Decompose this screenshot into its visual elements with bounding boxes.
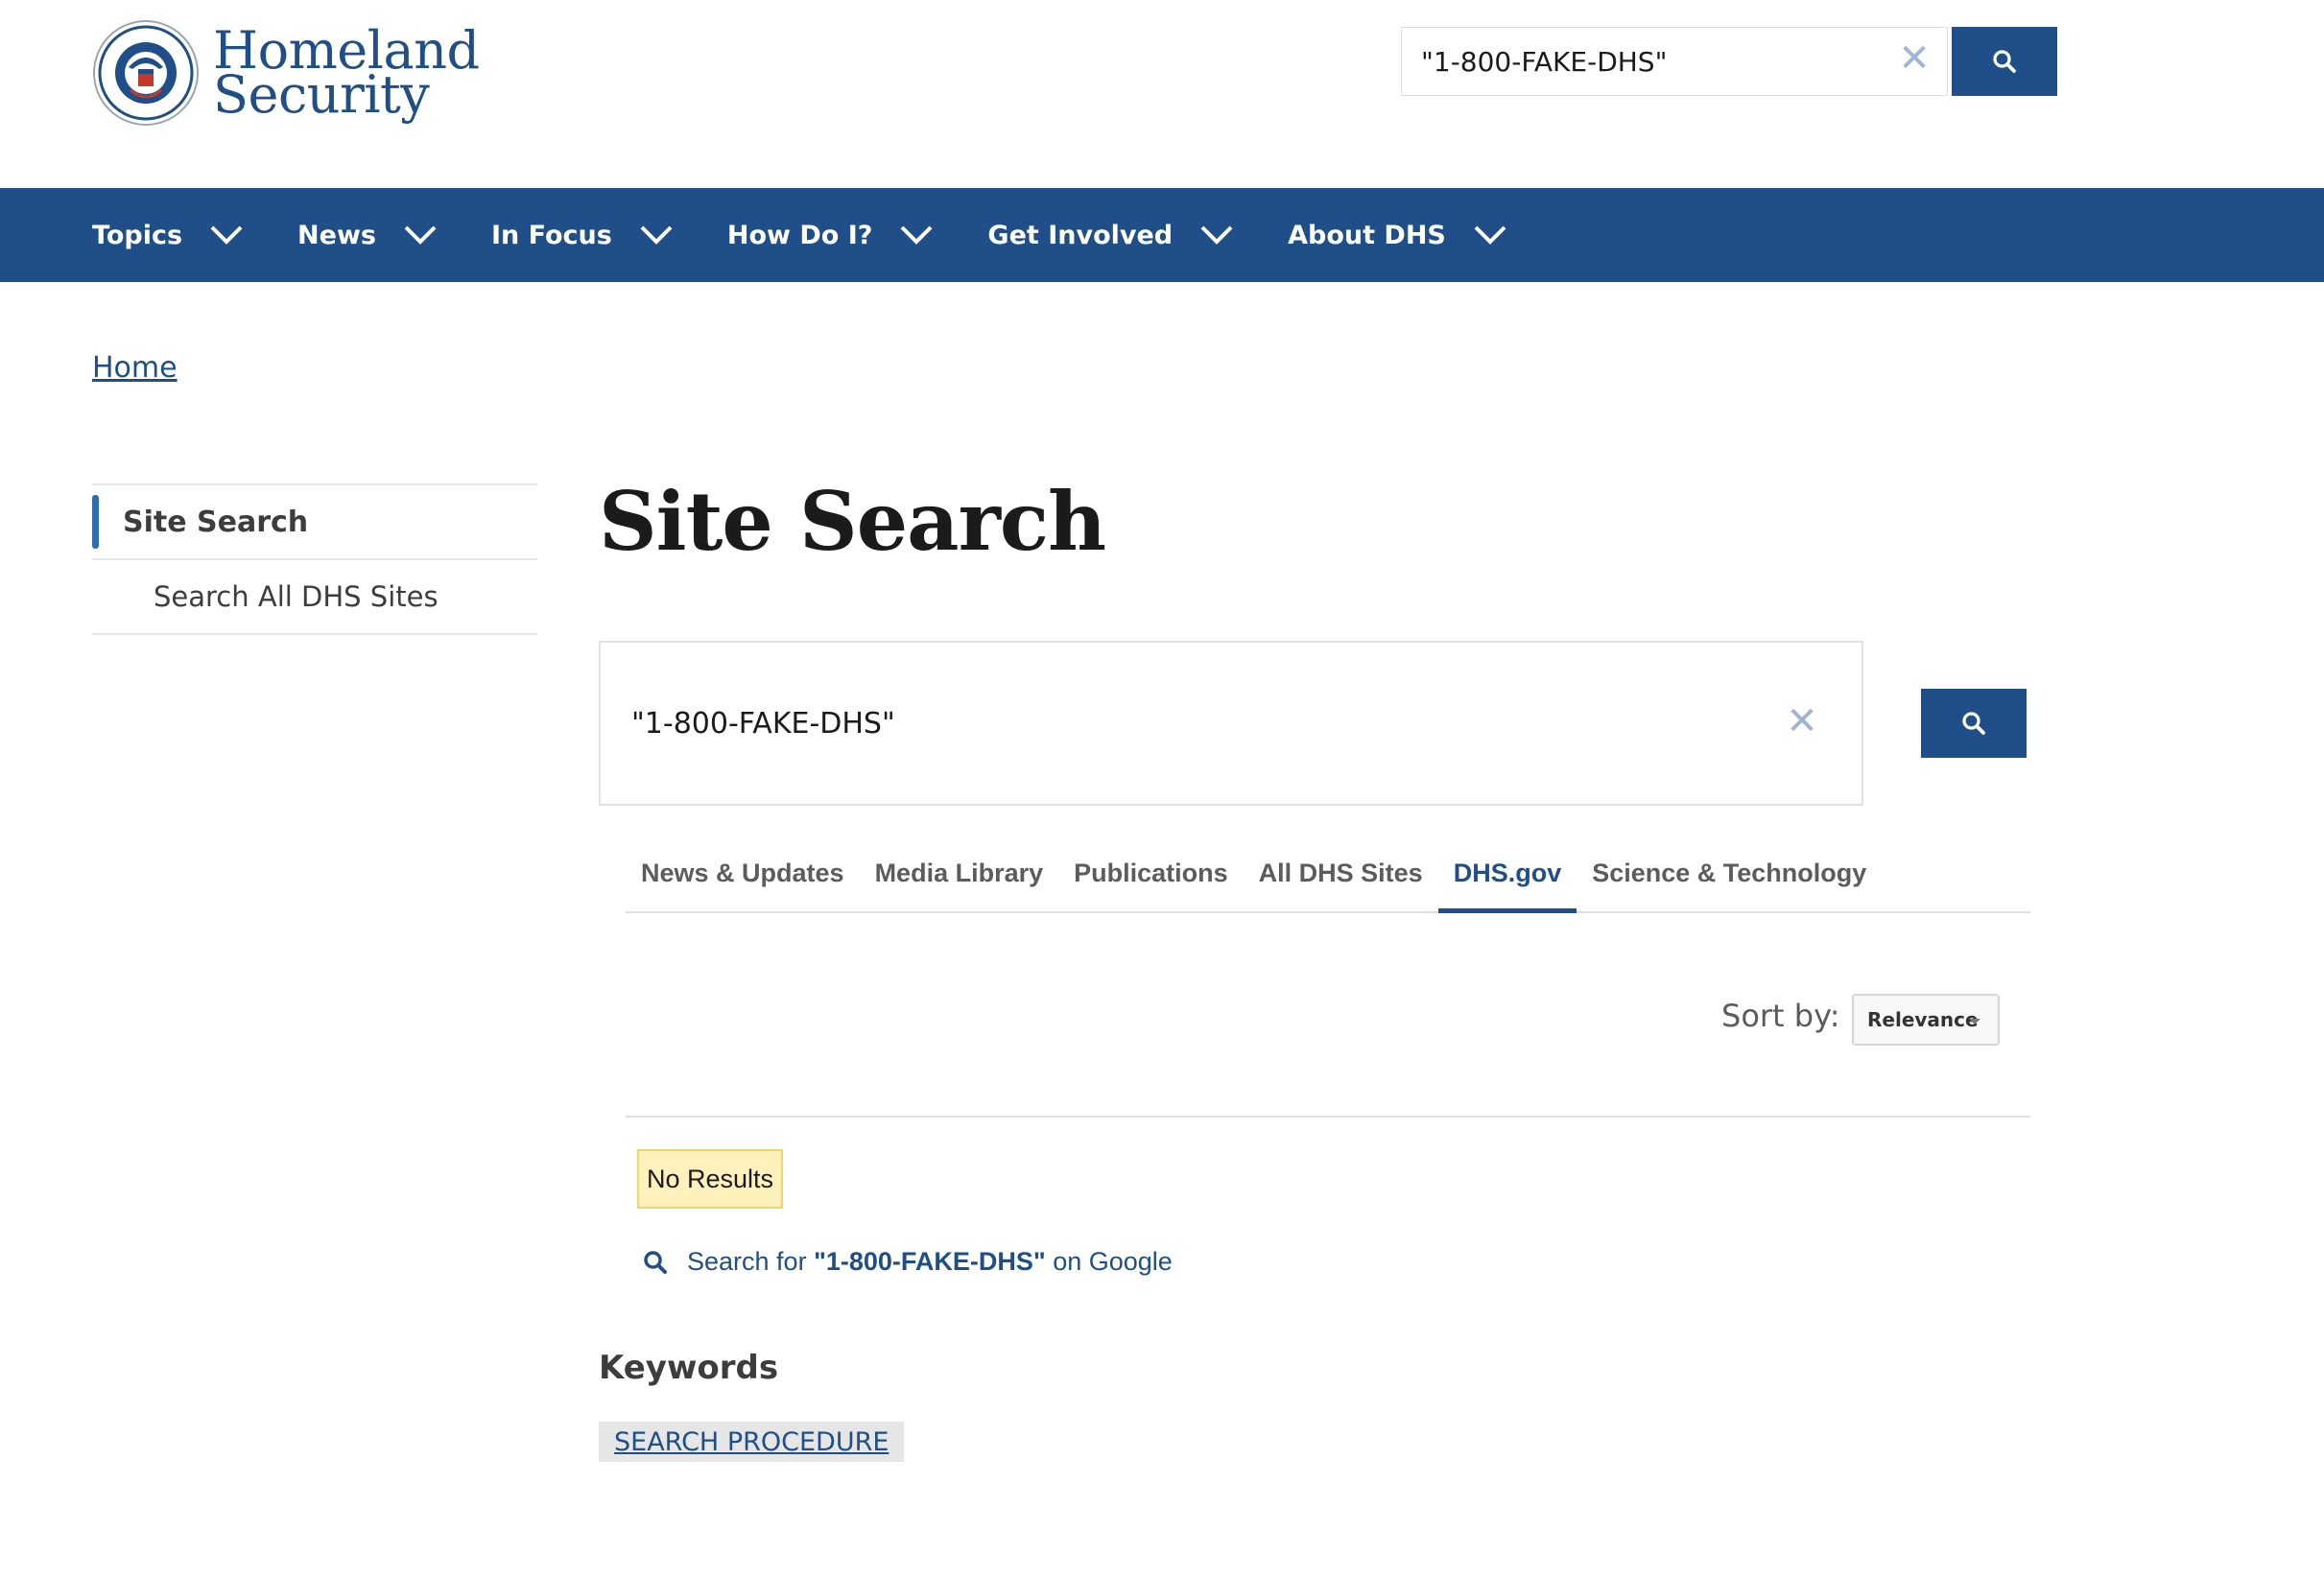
search-on-google-link[interactable]: Search for "1-800-FAKE-DHS" on Google: [641, 1247, 1173, 1277]
dhs-seal-icon: [93, 20, 199, 126]
page-title: Site Search: [599, 474, 1106, 569]
chevron-down-icon: [640, 225, 673, 245]
dhs-logo[interactable]: Homeland Security: [92, 19, 480, 127]
sidenav-item-search-all-dhs-sites[interactable]: Search All DHS Sites: [92, 560, 537, 633]
site-header: Homeland Security ✕: [0, 0, 2324, 188]
main-search-box: ✕: [599, 641, 1863, 806]
search-icon: [1993, 50, 2016, 73]
breadcrumb-home-link[interactable]: Home: [92, 351, 178, 385]
sidenav-item-site-search[interactable]: Site Search: [92, 485, 537, 558]
tab-science-technology[interactable]: Science & Technology: [1577, 848, 1882, 911]
chevron-down-icon: [1474, 225, 1506, 245]
keyword-tag-link[interactable]: SEARCH PROCEDURE: [599, 1422, 905, 1462]
sort-selected-value: Relevance: [1867, 1008, 1979, 1031]
search-scope-tabs: News & Updates Media Library Publication…: [626, 848, 2030, 913]
nav-item-topics[interactable]: Topics: [92, 188, 244, 282]
no-results-badge: No Results: [637, 1149, 783, 1209]
tab-all-dhs-sites[interactable]: All DHS Sites: [1244, 848, 1438, 911]
logo-wordmark: Homeland Security: [213, 25, 480, 121]
nav-item-label: Topics: [92, 220, 183, 250]
divider: [626, 1116, 2030, 1118]
tab-news-updates[interactable]: News & Updates: [626, 848, 860, 911]
main-navigation: Topics News In Focus How Do I? Get Invol…: [0, 188, 2324, 282]
nav-item-label: How Do I?: [726, 220, 873, 250]
divider: [92, 633, 537, 635]
main-search-input[interactable]: [601, 643, 1862, 804]
nav-item-label: In Focus: [490, 220, 612, 250]
close-icon[interactable]: ✕: [1783, 702, 1821, 741]
main-search-button[interactable]: [1921, 689, 2027, 758]
nav-item-about-dhs[interactable]: About DHS: [1288, 188, 1507, 282]
tab-dhs-gov[interactable]: DHS.gov: [1437, 848, 1577, 913]
search-icon: [644, 1250, 667, 1274]
side-navigation: Site Search Search All DHS Sites: [92, 483, 537, 635]
header-search-box: ✕: [1401, 27, 1948, 96]
nav-item-label: News: [297, 220, 376, 250]
chevron-down-icon: [1200, 225, 1233, 245]
nav-item-label: Get Involved: [987, 220, 1174, 250]
nav-item-how-do-i[interactable]: How Do I?: [727, 188, 935, 282]
search-icon: [1962, 712, 1985, 735]
tab-media-library[interactable]: Media Library: [860, 848, 1059, 911]
keywords-heading: Keywords: [599, 1349, 779, 1387]
google-link-prefix: Search for: [687, 1247, 815, 1276]
chevron-down-icon: [404, 225, 437, 245]
caret-down-icon: [1969, 1019, 1980, 1024]
google-link-suffix: on Google: [1045, 1247, 1173, 1276]
nav-item-get-involved[interactable]: Get Involved: [987, 188, 1234, 282]
google-link-query: "1-800-FAKE-DHS": [814, 1247, 1046, 1276]
header-search-input[interactable]: [1402, 28, 1947, 95]
close-icon[interactable]: ✕: [1895, 39, 1933, 78]
header-search-button[interactable]: [1952, 27, 2057, 96]
nav-item-label: About DHS: [1288, 220, 1446, 250]
chevron-down-icon: [901, 225, 933, 245]
sort-dropdown[interactable]: Relevance: [1852, 994, 2000, 1046]
chevron-down-icon: [210, 225, 243, 245]
nav-item-in-focus[interactable]: In Focus: [491, 188, 674, 282]
tab-publications[interactable]: Publications: [1058, 848, 1244, 911]
nav-item-news[interactable]: News: [297, 188, 438, 282]
sort-label: Sort by:: [1721, 998, 1840, 1034]
